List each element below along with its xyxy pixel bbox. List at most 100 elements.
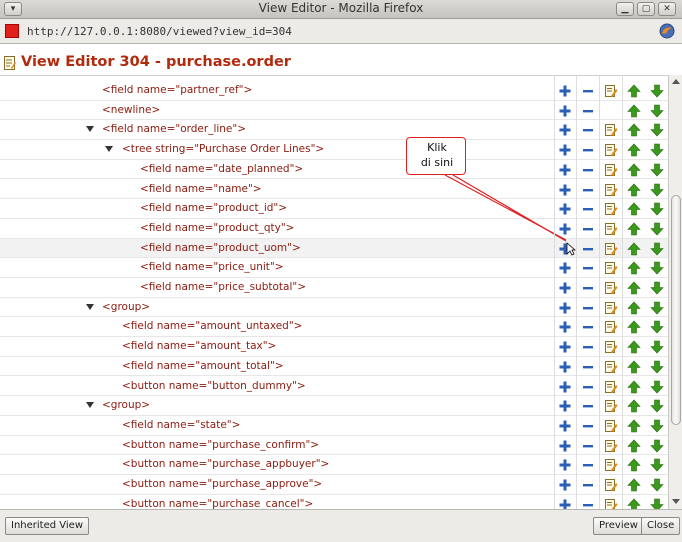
edit-node-icon[interactable] xyxy=(604,183,618,197)
add-node-icon[interactable] xyxy=(558,320,572,334)
remove-node-icon[interactable] xyxy=(581,380,595,394)
edit-node-icon[interactable] xyxy=(604,222,618,236)
move-down-icon[interactable] xyxy=(650,439,664,453)
tree-row[interactable]: <button name="purchase_confirm"> xyxy=(0,436,668,456)
tree-row[interactable]: <field name="price_subtotal"> xyxy=(0,278,668,298)
move-up-icon[interactable] xyxy=(627,104,641,118)
tree-row[interactable]: <group> xyxy=(0,298,668,318)
remove-node-icon[interactable] xyxy=(581,163,595,177)
tree-row[interactable]: <newline> xyxy=(0,101,668,121)
add-node-icon[interactable] xyxy=(558,498,572,509)
edit-node-icon[interactable] xyxy=(604,261,618,275)
url-text[interactable]: http://127.0.0.1:8080/viewed?view_id=304 xyxy=(27,25,292,38)
scrollbar-thumb[interactable] xyxy=(671,195,681,425)
edit-node-icon[interactable] xyxy=(604,498,618,509)
remove-node-icon[interactable] xyxy=(581,261,595,275)
close-window-button[interactable]: ✕ xyxy=(658,2,676,16)
inherited-view-button[interactable]: Inherited View xyxy=(5,517,89,535)
tree-row[interactable]: <field name="date_planned"> xyxy=(0,160,668,180)
move-down-icon[interactable] xyxy=(650,399,664,413)
tree-row[interactable]: <button name="purchase_cancel"> xyxy=(0,495,668,509)
edit-node-icon[interactable] xyxy=(604,123,618,137)
add-node-icon[interactable] xyxy=(558,183,572,197)
move-up-icon[interactable] xyxy=(627,360,641,374)
add-node-icon[interactable] xyxy=(558,340,572,354)
scroll-up-icon[interactable] xyxy=(672,79,680,84)
add-node-icon[interactable] xyxy=(558,439,572,453)
move-up-icon[interactable] xyxy=(627,458,641,472)
move-up-icon[interactable] xyxy=(627,419,641,433)
remove-node-icon[interactable] xyxy=(581,222,595,236)
move-up-icon[interactable] xyxy=(627,242,641,256)
add-node-icon[interactable] xyxy=(558,84,572,98)
move-up-icon[interactable] xyxy=(627,478,641,492)
move-down-icon[interactable] xyxy=(650,478,664,492)
maximize-button[interactable]: ▢ xyxy=(637,2,655,16)
edit-node-icon[interactable] xyxy=(604,84,618,98)
edit-node-icon[interactable] xyxy=(604,360,618,374)
expand-toggle-icon[interactable] xyxy=(86,402,94,409)
tree-row[interactable]: <field name="state"> xyxy=(0,416,668,436)
tree-row[interactable]: <tree string="Purchase Order Lines"> xyxy=(0,140,668,160)
move-down-icon[interactable] xyxy=(650,380,664,394)
move-down-icon[interactable] xyxy=(650,281,664,295)
move-down-icon[interactable] xyxy=(650,458,664,472)
remove-node-icon[interactable] xyxy=(581,281,595,295)
tree-row[interactable]: <field name="partner_ref"> xyxy=(0,81,668,101)
expand-toggle-icon[interactable] xyxy=(105,146,113,153)
move-up-icon[interactable] xyxy=(627,281,641,295)
move-down-icon[interactable] xyxy=(650,242,664,256)
move-down-icon[interactable] xyxy=(650,340,664,354)
tree-row[interactable]: <group> xyxy=(0,396,668,416)
expand-toggle-icon[interactable] xyxy=(86,126,94,133)
add-node-icon[interactable] xyxy=(558,399,572,413)
remove-node-icon[interactable] xyxy=(581,202,595,216)
add-node-icon[interactable] xyxy=(558,222,572,236)
remove-node-icon[interactable] xyxy=(581,498,595,509)
remove-node-icon[interactable] xyxy=(581,360,595,374)
move-down-icon[interactable] xyxy=(650,222,664,236)
add-node-icon[interactable] xyxy=(558,261,572,275)
move-down-icon[interactable] xyxy=(650,301,664,315)
add-node-icon[interactable] xyxy=(558,478,572,492)
edit-node-icon[interactable] xyxy=(604,281,618,295)
add-node-icon[interactable] xyxy=(558,380,572,394)
tree-row[interactable]: <button name="button_dummy"> xyxy=(0,377,668,397)
tree-row[interactable]: <field name="product_id"> xyxy=(0,199,668,219)
add-node-icon[interactable] xyxy=(558,143,572,157)
move-down-icon[interactable] xyxy=(650,183,664,197)
move-up-icon[interactable] xyxy=(627,222,641,236)
remove-node-icon[interactable] xyxy=(581,143,595,157)
remove-node-icon[interactable] xyxy=(581,242,595,256)
add-node-icon[interactable] xyxy=(558,301,572,315)
add-node-icon[interactable] xyxy=(558,281,572,295)
close-button[interactable]: Close xyxy=(641,517,681,535)
move-down-icon[interactable] xyxy=(650,84,664,98)
edit-node-icon[interactable] xyxy=(604,301,618,315)
move-up-icon[interactable] xyxy=(627,340,641,354)
remove-node-icon[interactable] xyxy=(581,320,595,334)
edit-node-icon[interactable] xyxy=(604,143,618,157)
vertical-scrollbar[interactable] xyxy=(668,75,682,509)
remove-node-icon[interactable] xyxy=(581,478,595,492)
edit-node-icon[interactable] xyxy=(604,242,618,256)
move-up-icon[interactable] xyxy=(627,261,641,275)
move-up-icon[interactable] xyxy=(627,399,641,413)
move-up-icon[interactable] xyxy=(627,439,641,453)
scroll-down-icon[interactable] xyxy=(672,499,680,504)
add-node-icon[interactable] xyxy=(558,458,572,472)
tree-row[interactable]: <field name="amount_total"> xyxy=(0,357,668,377)
move-up-icon[interactable] xyxy=(627,84,641,98)
add-node-icon[interactable] xyxy=(558,104,572,118)
remove-node-icon[interactable] xyxy=(581,123,595,137)
remove-node-icon[interactable] xyxy=(581,183,595,197)
move-up-icon[interactable] xyxy=(627,123,641,137)
move-up-icon[interactable] xyxy=(627,320,641,334)
remove-node-icon[interactable] xyxy=(581,399,595,413)
add-node-icon[interactable] xyxy=(558,123,572,137)
tree-row[interactable]: <field name="name"> xyxy=(0,180,668,200)
remove-node-icon[interactable] xyxy=(581,439,595,453)
move-down-icon[interactable] xyxy=(650,202,664,216)
move-up-icon[interactable] xyxy=(627,143,641,157)
tree-row[interactable]: <button name="purchase_approve"> xyxy=(0,475,668,495)
